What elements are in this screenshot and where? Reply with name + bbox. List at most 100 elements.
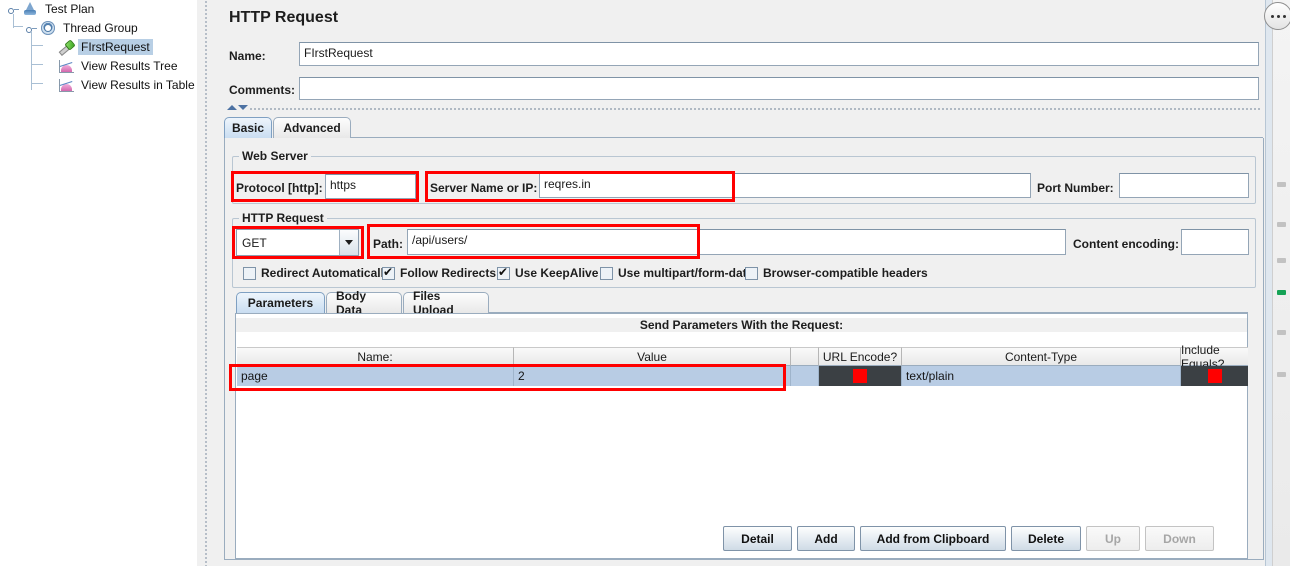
- column-header-label: Value: [637, 349, 667, 364]
- column-header-blank[interactable]: [791, 347, 819, 366]
- tree-item-label: View Results in Table: [81, 78, 195, 92]
- cell-text: text/plain: [906, 369, 955, 383]
- overflow-dot: [1270, 14, 1274, 18]
- tree-connector: [31, 32, 32, 90]
- column-header-content-type[interactable]: Content-Type: [902, 347, 1181, 366]
- comments-label: Comments:: [229, 83, 296, 97]
- listener-chart-icon: [58, 58, 74, 74]
- splitter-grip-icon: [204, 0, 209, 566]
- tree-item-test-plan[interactable]: Test Plan: [8, 0, 97, 18]
- server-name-label: Server Name or IP:: [430, 181, 538, 195]
- name-label: Name:: [229, 49, 266, 63]
- section-splitter[interactable]: [225, 104, 1265, 113]
- checkbox-label: Browser-compatible headers: [763, 266, 928, 280]
- minimap-mark: [1277, 182, 1286, 187]
- minimap-mark: [1277, 372, 1286, 377]
- table-cell-blank[interactable]: [791, 366, 819, 386]
- checkbox-use-multipart-form-data[interactable]: Use multipart/form-data: [600, 266, 753, 280]
- table-cell-include-equals[interactable]: [1181, 366, 1248, 386]
- checkbox-box-icon[interactable]: [600, 266, 613, 280]
- tab-parameters[interactable]: Parameters: [236, 292, 325, 313]
- checkbox-box-icon[interactable]: [497, 265, 510, 280]
- server-name-input[interactable]: reqres.in: [539, 173, 1031, 198]
- collapse-down-icon[interactable]: [238, 105, 248, 110]
- column-header-value[interactable]: Value: [514, 347, 791, 366]
- tree-connector: [13, 26, 23, 27]
- table-cell-url-encode[interactable]: [819, 366, 902, 386]
- checkbox-browser-compatible-headers[interactable]: Browser-compatible headers: [745, 266, 928, 280]
- more-options-icon[interactable]: [1264, 2, 1290, 30]
- checkbox-use-keepalive[interactable]: Use KeepAlive: [497, 265, 599, 280]
- expand-handle-icon[interactable]: [8, 4, 19, 15]
- tree-item-thread-group[interactable]: Thread Group: [26, 19, 141, 37]
- tab-label: Basic: [231, 121, 265, 135]
- add-from-clipboard-button[interactable]: Add from Clipboard: [860, 526, 1006, 551]
- table-cell-name[interactable]: page: [237, 366, 514, 386]
- tab-advanced[interactable]: Advanced: [273, 117, 351, 138]
- column-header-name[interactable]: Name:: [237, 347, 514, 366]
- table-cell-content-type[interactable]: text/plain: [902, 366, 1181, 386]
- tree-connector: [31, 64, 43, 65]
- add-button[interactable]: Add: [797, 526, 855, 551]
- tab-label: Advanced: [283, 121, 341, 135]
- method-select[interactable]: GET: [236, 229, 359, 256]
- tree-item-label: Thread Group: [63, 21, 138, 35]
- table-cell-value[interactable]: 2: [514, 366, 791, 386]
- tree-item-label: View Results Tree: [81, 59, 178, 73]
- column-header-url-encode[interactable]: URL Encode?: [819, 347, 902, 366]
- tree-item-view-results-in-table[interactable]: View Results in Table: [58, 76, 196, 94]
- checkbox-label: Follow Redirects: [400, 266, 497, 280]
- http-request-group-title: HTTP Request: [239, 211, 327, 225]
- tab-files-upload[interactable]: Files Upload: [403, 289, 489, 317]
- tab-basic[interactable]: Basic: [224, 117, 272, 138]
- column-header-include-equals[interactable]: Include Equals?: [1181, 343, 1248, 371]
- button-label: Delete: [1027, 531, 1065, 546]
- button-label: Down: [1163, 531, 1196, 546]
- checkbox-box-icon[interactable]: [745, 266, 758, 280]
- comments-input[interactable]: [299, 77, 1259, 100]
- button-label: Add from Clipboard: [876, 531, 990, 546]
- up-button[interactable]: Up: [1086, 526, 1140, 551]
- http-request-icon: [58, 39, 76, 56]
- overflow-dot: [1276, 14, 1280, 18]
- parameters-panel: Send Parameters With the Request: Name: …: [235, 313, 1248, 559]
- button-label: Add: [814, 531, 838, 546]
- checkbox-label: Use multipart/form-data: [618, 266, 754, 280]
- collapse-up-icon[interactable]: [227, 105, 237, 110]
- protocol-input[interactable]: https: [325, 174, 416, 199]
- column-header-label: Content-Type: [1004, 349, 1078, 364]
- checkbox-follow-redirects[interactable]: Follow Redirects: [382, 265, 497, 280]
- table-caption: Send Parameters With the Request:: [236, 318, 1247, 332]
- checkbox-red-icon[interactable]: [1207, 369, 1222, 383]
- page-title: HTTP Request: [229, 9, 339, 26]
- checkbox-red-icon[interactable]: [853, 369, 867, 383]
- splitter-grip-icon: [249, 107, 1261, 110]
- tree-item-label: Test Plan: [45, 2, 95, 16]
- test-plan-tree[interactable]: Test Plan Thread Group FIrstRequest View…: [0, 0, 196, 566]
- tree-connector: [31, 45, 43, 46]
- minimap-scrollbar[interactable]: [1272, 0, 1290, 566]
- thread-group-icon: [40, 20, 56, 36]
- path-input[interactable]: /api/users/: [407, 229, 1066, 255]
- pane-splitter[interactable]: [196, 0, 220, 566]
- name-input[interactable]: FIrstRequest: [299, 42, 1259, 66]
- detail-button[interactable]: Detail: [723, 526, 792, 551]
- port-number-input[interactable]: [1119, 173, 1249, 198]
- chevron-down-icon[interactable]: [339, 230, 358, 255]
- tab-body-data[interactable]: Body Data: [326, 289, 402, 317]
- content-encoding-label: Content encoding:: [1073, 237, 1179, 251]
- path-label: Path:: [373, 237, 403, 251]
- checkbox-redirect-automatically[interactable]: Redirect Automatically: [243, 266, 391, 280]
- protocol-label: Protocol [http]:: [236, 181, 323, 195]
- tree-item-view-results-tree[interactable]: View Results Tree: [58, 57, 181, 75]
- down-button[interactable]: Down: [1145, 526, 1214, 551]
- checkbox-box-icon[interactable]: [243, 266, 256, 280]
- content-encoding-input[interactable]: [1181, 229, 1249, 255]
- checkbox-box-icon[interactable]: [382, 265, 395, 280]
- delete-button[interactable]: Delete: [1011, 526, 1081, 551]
- minimap-mark: [1277, 258, 1286, 263]
- checkbox-label: Use KeepAlive: [515, 266, 599, 280]
- minimap-mark: [1277, 222, 1286, 227]
- expand-handle-icon[interactable]: [26, 23, 37, 34]
- tree-item-first-request[interactable]: FIrstRequest: [58, 38, 153, 56]
